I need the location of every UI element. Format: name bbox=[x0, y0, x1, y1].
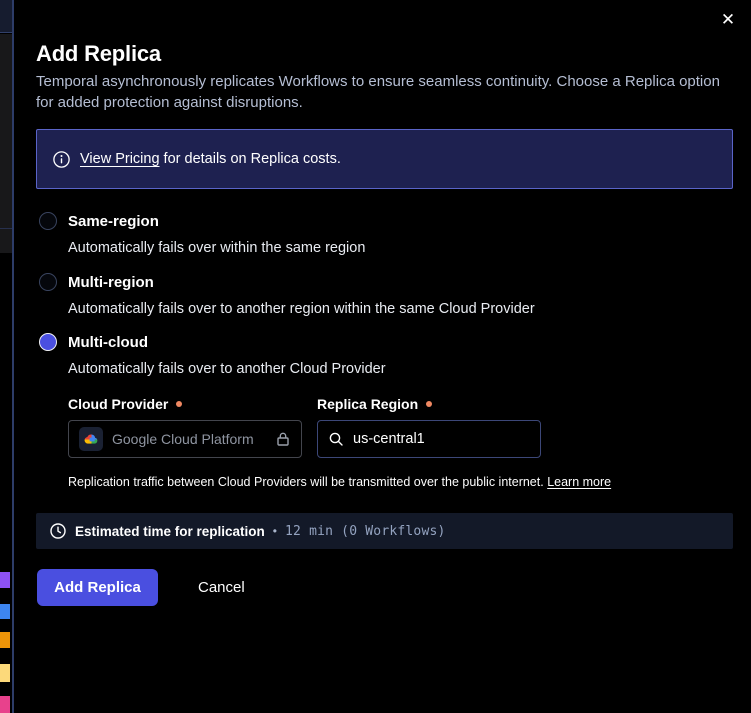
option-label[interactable]: Same-region bbox=[68, 213, 159, 230]
backdrop-color-stripe bbox=[0, 572, 10, 588]
note-text: Replication traffic between Cloud Provid… bbox=[68, 475, 547, 489]
replica-region-input[interactable] bbox=[353, 431, 523, 447]
pricing-banner-text: View Pricing for details on Replica cost… bbox=[80, 151, 341, 167]
clock-icon bbox=[50, 523, 66, 539]
backdrop-color-stripe bbox=[0, 632, 10, 648]
cloud-provider-label: Cloud Provider bbox=[68, 396, 182, 412]
option-description: Automatically fails over within the same… bbox=[68, 240, 365, 256]
close-icon[interactable]: ✕ bbox=[718, 9, 738, 29]
public-internet-note: Replication traffic between Cloud Provid… bbox=[68, 475, 611, 489]
replica-region-field bbox=[317, 420, 541, 458]
estimate-value: 12 min (0 Workflows) bbox=[285, 524, 446, 539]
option-label[interactable]: Multi-cloud bbox=[68, 334, 148, 351]
required-dot bbox=[176, 401, 182, 407]
cloud-provider-select[interactable]: Google Cloud Platform bbox=[68, 420, 302, 458]
option-description: Automatically fails over to another regi… bbox=[68, 301, 535, 317]
cloud-provider-value: Google Cloud Platform bbox=[112, 431, 266, 447]
estimate-bullet: • bbox=[273, 524, 277, 538]
info-icon bbox=[53, 151, 70, 168]
pricing-banner-rest: for details on Replica costs. bbox=[160, 151, 341, 167]
required-dot bbox=[426, 401, 432, 407]
search-icon bbox=[328, 431, 344, 447]
radio-multi-region[interactable] bbox=[39, 273, 57, 291]
backdrop-color-stripe bbox=[0, 604, 10, 619]
pricing-info-banner: View Pricing for details on Replica cost… bbox=[36, 129, 733, 189]
learn-more-link[interactable]: Learn more bbox=[547, 475, 611, 489]
backdrop-color-stripe bbox=[0, 696, 10, 713]
modal-actions: Add Replica Cancel bbox=[37, 569, 245, 606]
backdrop-color-stripe bbox=[0, 664, 10, 682]
estimate-label: Estimated time for replication bbox=[75, 524, 265, 539]
radio-multi-cloud[interactable] bbox=[39, 333, 57, 351]
option-label[interactable]: Multi-region bbox=[68, 274, 154, 291]
cancel-button[interactable]: Cancel bbox=[198, 579, 245, 596]
estimate-banner: Estimated time for replication • 12 min … bbox=[36, 513, 733, 549]
radio-same-region[interactable] bbox=[39, 212, 57, 230]
option-description: Automatically fails over to another Clou… bbox=[68, 361, 386, 377]
add-replica-button[interactable]: Add Replica bbox=[37, 569, 158, 606]
cloud-provider-label-text: Cloud Provider bbox=[68, 396, 168, 412]
view-pricing-link[interactable]: View Pricing bbox=[80, 151, 160, 167]
add-replica-modal: ✕ Add Replica Temporal asynchronously re… bbox=[14, 0, 751, 713]
replica-region-label: Replica Region bbox=[317, 396, 432, 412]
page-title: Add Replica bbox=[36, 41, 161, 67]
gcp-logo-icon bbox=[79, 427, 103, 451]
modal-description: Temporal asynchronously replicates Workf… bbox=[36, 71, 724, 113]
replica-region-label-text: Replica Region bbox=[317, 396, 418, 412]
backdrop-page bbox=[0, 0, 14, 713]
lock-icon bbox=[275, 431, 291, 447]
